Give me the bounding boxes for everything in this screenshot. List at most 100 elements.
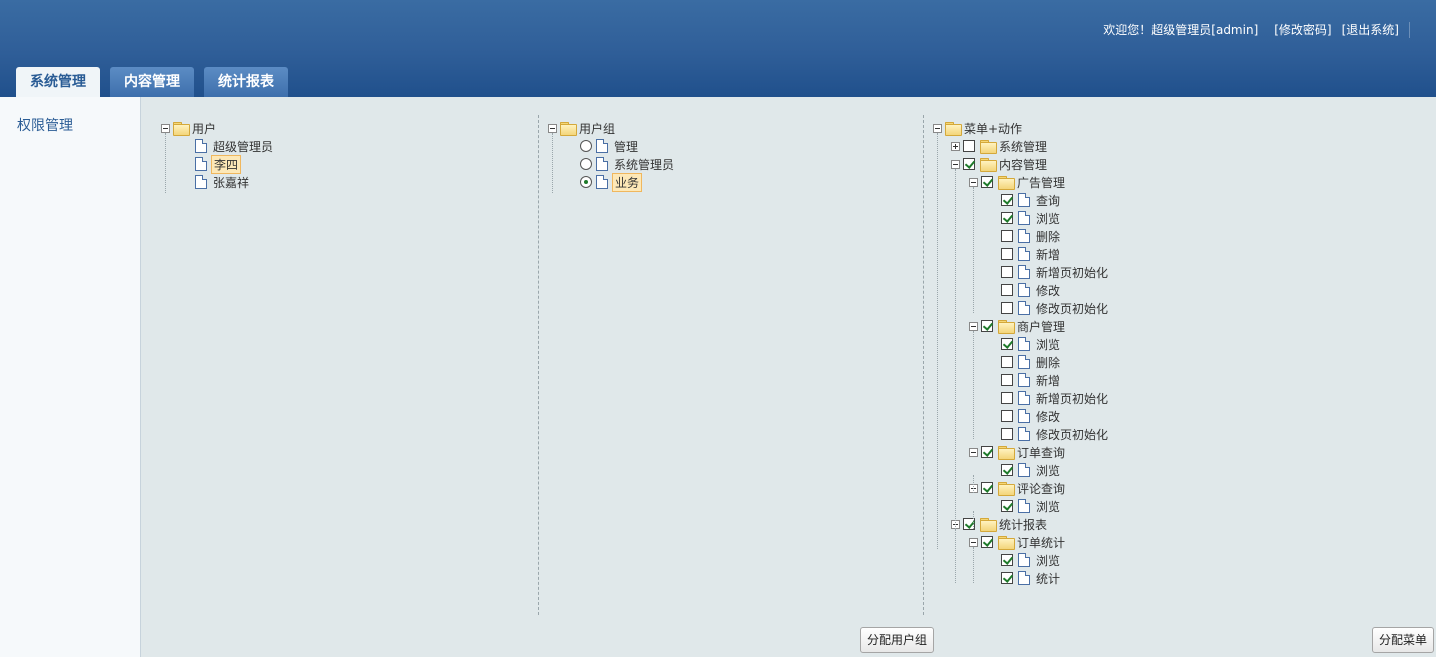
sidebar-item-permission-management[interactable]: 权限管理 bbox=[17, 115, 73, 135]
collapse-toggle-icon[interactable] bbox=[969, 177, 978, 187]
tree-node-label[interactable]: 浏览 bbox=[1034, 497, 1062, 516]
tab-system-management[interactable]: 系统管理 bbox=[16, 67, 100, 97]
checkbox[interactable] bbox=[1001, 284, 1013, 296]
collapse-toggle-icon[interactable] bbox=[969, 321, 978, 331]
checkbox-checked[interactable] bbox=[963, 158, 975, 170]
checkbox-checked[interactable] bbox=[1001, 212, 1013, 224]
collapse-toggle-icon[interactable] bbox=[951, 159, 960, 169]
folder-icon bbox=[173, 122, 190, 136]
tree-node-label[interactable]: 新增 bbox=[1034, 245, 1062, 264]
checkbox[interactable] bbox=[1001, 374, 1013, 386]
checkbox[interactable] bbox=[1001, 410, 1013, 422]
collapse-toggle-icon[interactable] bbox=[161, 123, 170, 133]
checkbox-checked[interactable] bbox=[981, 482, 993, 494]
tree-node-label[interactable]: 新增页初始化 bbox=[1034, 389, 1110, 408]
tree-node-label[interactable]: 系统管理 bbox=[997, 137, 1049, 156]
tree-line bbox=[955, 169, 956, 535]
assign-menu-button[interactable]: 分配菜单 bbox=[1372, 627, 1435, 653]
tree-node-label[interactable]: 修改页初始化 bbox=[1034, 299, 1110, 318]
checkbox[interactable] bbox=[1001, 230, 1013, 242]
logout-link[interactable]: [退出系统] bbox=[1342, 21, 1399, 38]
tree-node-menu-item: 修改 bbox=[1001, 281, 1062, 299]
tree-node-menu-item: 广告管理 bbox=[969, 173, 1067, 191]
tree-node-label[interactable]: 删除 bbox=[1034, 353, 1062, 372]
tree-node-menu-item: 内容管理 bbox=[951, 155, 1049, 173]
tree-node-label[interactable]: 修改 bbox=[1034, 407, 1062, 426]
tree-node-groups-root: 用户组 bbox=[548, 119, 617, 137]
tree-node-label[interactable]: 修改页初始化 bbox=[1034, 425, 1110, 444]
tree-node-label[interactable]: 新增 bbox=[1034, 371, 1062, 390]
collapse-toggle-icon[interactable] bbox=[548, 123, 557, 133]
change-password-link[interactable]: [修改密码] bbox=[1274, 21, 1331, 38]
tree-node-menu-item: 统计 bbox=[1001, 569, 1062, 587]
checkbox-checked[interactable] bbox=[1001, 572, 1013, 584]
tree-node-label[interactable]: 查询 bbox=[1034, 191, 1062, 210]
checkbox-checked[interactable] bbox=[1001, 500, 1013, 512]
group-radio-selected[interactable] bbox=[580, 176, 592, 188]
tree-node-label[interactable]: 浏览 bbox=[1034, 209, 1062, 228]
tree-node-label[interactable]: 订单统计 bbox=[1015, 533, 1067, 552]
checkbox[interactable] bbox=[963, 140, 975, 152]
tree-node-menu-item: 浏览 bbox=[1001, 209, 1062, 227]
group-radio[interactable] bbox=[580, 140, 592, 152]
tree-node-label[interactable]: 用户组 bbox=[577, 119, 617, 138]
tree-node-label[interactable]: 订单查询 bbox=[1015, 443, 1067, 462]
group-radio[interactable] bbox=[580, 158, 592, 170]
checkbox[interactable] bbox=[1001, 428, 1013, 440]
tree-node-label-selected[interactable]: 业务 bbox=[612, 172, 643, 192]
document-icon bbox=[1018, 571, 1030, 585]
tree-node-label[interactable]: 广告管理 bbox=[1015, 173, 1067, 192]
tree-node-label[interactable]: 浏览 bbox=[1034, 335, 1062, 354]
tree-node-label[interactable]: 删除 bbox=[1034, 227, 1062, 246]
checkbox-checked[interactable] bbox=[981, 320, 993, 332]
tree-node-label[interactable]: 用户 bbox=[190, 119, 218, 138]
collapse-toggle-icon[interactable] bbox=[969, 447, 978, 457]
tree-node-label-selected[interactable]: 李四 bbox=[211, 154, 242, 174]
expand-toggle-icon[interactable] bbox=[951, 141, 960, 151]
checkbox-checked[interactable] bbox=[1001, 464, 1013, 476]
checkbox[interactable] bbox=[1001, 248, 1013, 260]
tree-node-user: 张嘉祥 bbox=[195, 173, 251, 191]
tree-node-label[interactable]: 菜单+动作 bbox=[962, 119, 1024, 138]
header-bar: 欢迎您！超级管理员[admin] [修改密码] [退出系统] 系统管理 内容管理… bbox=[0, 0, 1436, 97]
tree-node-label[interactable]: 统计报表 bbox=[997, 515, 1049, 534]
tree-node-label[interactable]: 超级管理员 bbox=[211, 137, 275, 156]
checkbox-checked[interactable] bbox=[981, 536, 993, 548]
checkbox-checked[interactable] bbox=[1001, 554, 1013, 566]
tree-node-label[interactable]: 统计 bbox=[1034, 569, 1062, 588]
divider bbox=[1409, 21, 1410, 38]
document-icon bbox=[1018, 301, 1030, 315]
tree-line bbox=[973, 547, 974, 583]
tab-statistics-report[interactable]: 统计报表 bbox=[204, 67, 288, 97]
document-icon bbox=[1018, 265, 1030, 279]
tree-line bbox=[973, 511, 974, 529]
document-icon bbox=[1018, 283, 1030, 297]
checkbox[interactable] bbox=[1001, 302, 1013, 314]
tree-node-menu-item: 删除 bbox=[1001, 353, 1062, 371]
tree-node-label[interactable]: 张嘉祥 bbox=[211, 173, 251, 192]
tree-node-label[interactable]: 管理 bbox=[612, 137, 640, 156]
collapse-toggle-icon[interactable] bbox=[933, 123, 942, 133]
collapse-toggle-icon[interactable] bbox=[969, 537, 978, 547]
checkbox[interactable] bbox=[1001, 392, 1013, 404]
checkbox[interactable] bbox=[1001, 266, 1013, 278]
document-icon bbox=[1018, 355, 1030, 369]
tree-node-label[interactable]: 评论查询 bbox=[1015, 479, 1067, 498]
tree-node-label[interactable]: 修改 bbox=[1034, 281, 1062, 300]
checkbox-checked[interactable] bbox=[1001, 338, 1013, 350]
tree-node-label[interactable]: 内容管理 bbox=[997, 155, 1049, 174]
tree-node-menu-item: 删除 bbox=[1001, 227, 1062, 245]
checkbox-checked[interactable] bbox=[1001, 194, 1013, 206]
top-tabs: 系统管理 内容管理 统计报表 bbox=[16, 67, 288, 97]
tree-node-label[interactable]: 浏览 bbox=[1034, 551, 1062, 570]
welcome-text: 欢迎您！超级管理员[admin] bbox=[1103, 23, 1259, 37]
tab-content-management[interactable]: 内容管理 bbox=[110, 67, 194, 97]
tree-node-label[interactable]: 系统管理员 bbox=[612, 155, 676, 174]
checkbox-checked[interactable] bbox=[981, 176, 993, 188]
tree-node-label[interactable]: 新增页初始化 bbox=[1034, 263, 1110, 282]
tree-node-label[interactable]: 浏览 bbox=[1034, 461, 1062, 480]
checkbox-checked[interactable] bbox=[981, 446, 993, 458]
checkbox[interactable] bbox=[1001, 356, 1013, 368]
tree-node-label[interactable]: 商户管理 bbox=[1015, 317, 1067, 336]
assign-user-group-button[interactable]: 分配用户组 bbox=[860, 627, 935, 653]
